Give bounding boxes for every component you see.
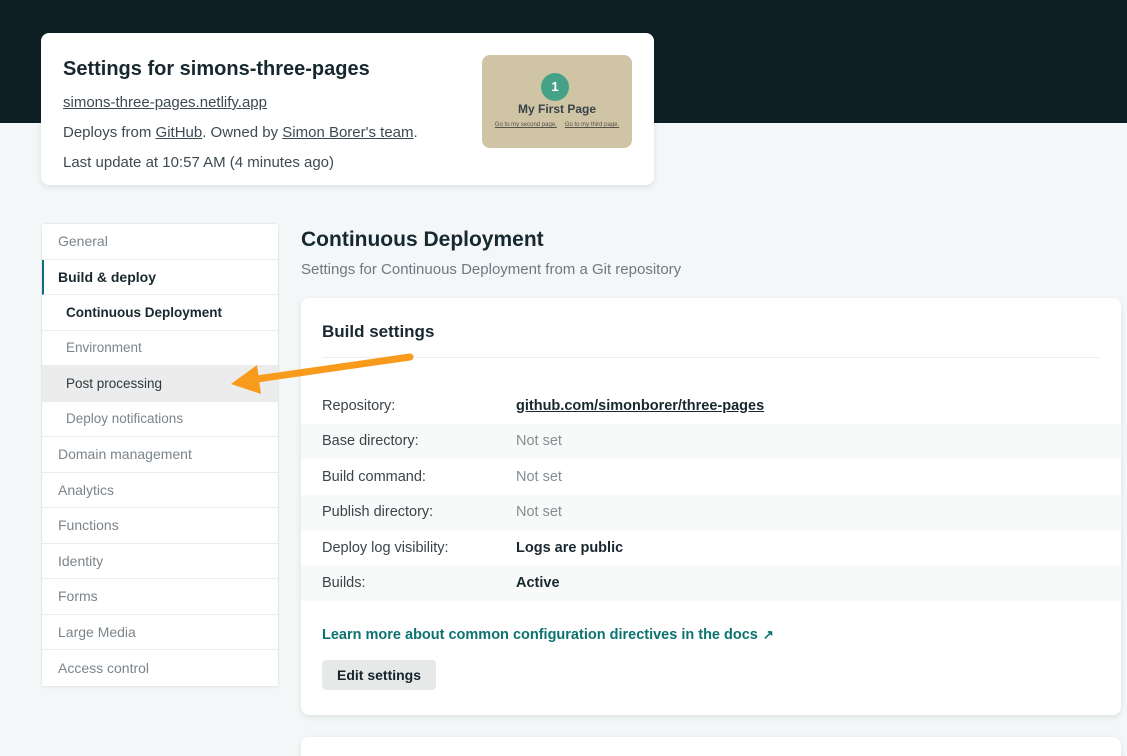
sidebar-item-analytics[interactable]: Analytics	[42, 473, 278, 509]
sidebar-item-large-media[interactable]: Large Media	[42, 615, 278, 651]
preview-badge: 1	[541, 73, 569, 101]
row-label: Publish directory:	[301, 504, 516, 520]
build-settings-card: Build settings Repository: github.com/si…	[301, 298, 1121, 715]
preview-link-second: Go to my second page.	[495, 122, 557, 128]
sidebar-item-access-control[interactable]: Access control	[42, 650, 278, 686]
row-value: Active	[516, 575, 560, 591]
owned-by-suffix: .	[414, 124, 418, 141]
preview-page-title: My First Page	[482, 102, 632, 116]
team-link[interactable]: Simon Borer's team	[282, 124, 413, 141]
sidebar-item-forms[interactable]: Forms	[42, 579, 278, 615]
settings-sidebar: General Build & deploy Continuous Deploy…	[41, 223, 279, 687]
row-label: Deploy log visibility:	[301, 540, 516, 556]
row-value: Logs are public	[516, 540, 623, 556]
github-link[interactable]: GitHub	[156, 124, 203, 141]
deploys-from-text: Deploys from	[63, 124, 156, 141]
sidebar-item-functions[interactable]: Functions	[42, 508, 278, 544]
sidebar-item-identity[interactable]: Identity	[42, 544, 278, 580]
site-preview-thumbnail[interactable]: 1 My First Page Go to my second page.Go …	[482, 55, 632, 148]
edit-settings-button[interactable]: Edit settings	[322, 660, 436, 690]
sidebar-item-environment[interactable]: Environment	[42, 331, 278, 367]
page-subtitle: Settings for Continuous Deployment from …	[301, 261, 1121, 278]
table-row-base-directory: Base directory: Not set	[301, 424, 1121, 460]
row-label: Repository:	[301, 398, 516, 414]
sidebar-item-deploy-notifications[interactable]: Deploy notifications	[42, 402, 278, 438]
preview-link-third: Go to my third page.	[565, 122, 619, 128]
site-domain-link[interactable]: simons-three-pages.netlify.app	[63, 94, 267, 111]
table-row-builds: Builds: Active	[301, 566, 1121, 602]
preview-links: Go to my second page. Go to my third page…	[482, 122, 632, 128]
sidebar-item-post-processing[interactable]: Post processing	[42, 366, 278, 402]
sidebar-item-domain-management[interactable]: Domain management	[42, 437, 278, 473]
row-label: Base directory:	[301, 433, 516, 449]
table-row-build-command: Build command: Not set	[301, 459, 1121, 495]
last-update-text: Last update at 10:57 AM (4 minutes ago)	[63, 154, 632, 171]
table-row-repository: Repository: github.com/simonborer/three-…	[301, 388, 1121, 424]
site-summary-card: Settings for simons-three-pages simons-t…	[41, 33, 654, 185]
build-settings-heading: Build settings	[301, 298, 1121, 357]
owned-by-text: . Owned by	[202, 124, 282, 141]
docs-link[interactable]: Learn more about common configuration di…	[322, 627, 774, 643]
table-row-publish-directory: Publish directory: Not set	[301, 495, 1121, 531]
row-value: Not set	[516, 504, 562, 520]
deploy-contexts-card: Deploy contexts	[301, 737, 1121, 756]
deploy-contexts-heading: Deploy contexts	[301, 737, 1121, 756]
row-value: Not set	[516, 433, 562, 449]
sidebar-item-continuous-deployment[interactable]: Continuous Deployment	[42, 295, 278, 331]
heading-divider	[322, 357, 1100, 358]
table-row-deploy-log-visibility: Deploy log visibility: Logs are public	[301, 530, 1121, 566]
sidebar-item-build-and-deploy[interactable]: Build & deploy	[42, 260, 278, 296]
build-settings-table: Repository: github.com/simonborer/three-…	[301, 388, 1121, 601]
row-value: Not set	[516, 469, 562, 485]
row-label: Build command:	[301, 469, 516, 485]
repository-link[interactable]: github.com/simonborer/three-pages	[516, 398, 764, 414]
sidebar-item-general[interactable]: General	[42, 224, 278, 260]
external-link-icon: ↗	[763, 627, 774, 642]
row-label: Builds:	[301, 575, 516, 591]
page-title: Continuous Deployment	[301, 228, 1121, 252]
